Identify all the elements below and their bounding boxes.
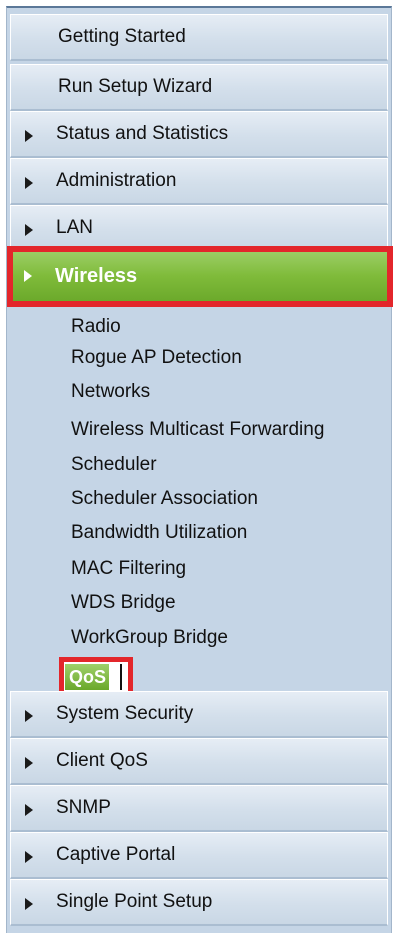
subnav-item-scheduler-association[interactable]: Scheduler Association	[71, 487, 258, 511]
triangle-right-icon	[25, 710, 33, 722]
triangle-right-icon	[25, 177, 33, 189]
sidebar-nav: Getting Started Run Setup Wizard Status …	[6, 6, 393, 933]
subnav-item-scheduler[interactable]: Scheduler	[71, 453, 157, 477]
subnav-item-rogue-ap-detection[interactable]: Rogue AP Detection	[71, 346, 242, 370]
triangle-right-icon	[25, 851, 33, 863]
nav-item-captive-portal[interactable]: Captive Portal	[10, 832, 388, 879]
nav-item-system-security[interactable]: System Security	[10, 691, 388, 738]
nav-item-administration[interactable]: Administration	[10, 158, 388, 205]
nav-item-lan[interactable]: LAN	[10, 205, 388, 252]
nav-item-label: Getting Started	[58, 26, 186, 47]
nav-item-label: LAN	[56, 217, 93, 238]
nav-item-label: Captive Portal	[56, 844, 176, 865]
nav-item-label: Single Point Setup	[56, 891, 213, 912]
subnav-item-workgroup-bridge[interactable]: WorkGroup Bridge	[71, 626, 228, 650]
subnav-item-wireless-multicast-forwarding[interactable]: Wireless Multicast Forwarding	[71, 418, 324, 442]
nav-item-label: Administration	[56, 170, 177, 191]
nav-item-label: Status and Statistics	[56, 123, 229, 144]
nav-item-label: Run Setup Wizard	[58, 76, 213, 97]
triangle-right-icon	[25, 898, 33, 910]
nav-item-label: Client QoS	[56, 750, 148, 771]
nav-item-client-qos[interactable]: Client QoS	[10, 738, 388, 785]
triangle-right-icon	[25, 804, 33, 816]
nav-item-label: SNMP	[56, 797, 111, 818]
nav-item-run-setup-wizard[interactable]: Run Setup Wizard	[10, 64, 388, 111]
nav-item-label: System Security	[56, 703, 194, 724]
nav-item-snmp[interactable]: SNMP	[10, 785, 388, 832]
subnav-item-wds-bridge[interactable]: WDS Bridge	[71, 591, 176, 615]
nav-item-getting-started[interactable]: Getting Started	[10, 14, 388, 61]
subnav-item-mac-filtering[interactable]: MAC Filtering	[71, 557, 186, 581]
triangle-right-icon	[25, 757, 33, 769]
text-cursor	[120, 664, 122, 690]
subnav-item-qos-label: QoS	[65, 664, 110, 690]
subnav-item-radio[interactable]: Radio	[71, 315, 121, 339]
triangle-right-icon	[25, 130, 33, 142]
subnav-item-bandwidth-utilization[interactable]: Bandwidth Utilization	[71, 521, 247, 545]
nav-item-single-point-setup[interactable]: Single Point Setup	[10, 879, 388, 926]
wireless-highlight-box	[7, 246, 393, 307]
triangle-right-icon	[25, 224, 33, 236]
nav-item-status-and-statistics[interactable]: Status and Statistics	[10, 111, 388, 158]
subnav-item-networks[interactable]: Networks	[71, 380, 150, 404]
